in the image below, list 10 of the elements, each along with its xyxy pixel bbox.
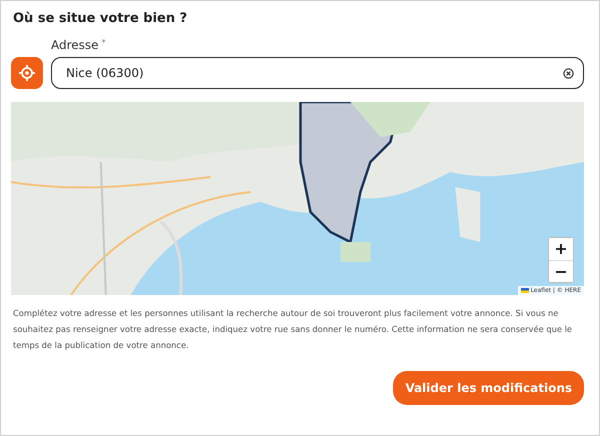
field-label: Adresse xyxy=(51,38,99,52)
locate-button[interactable] xyxy=(11,57,43,89)
help-text: Complétez votre adresse et les personnes utilisant la recherche autour de soi trouveront plus facilement votre annonce. Si vous ne souhaitez pas renseigner votre adresse exacte, indiquez votre rue sans donner le numéro. Cette information ne sera conservée que le temps de la publication de votre annonce. xyxy=(13,307,573,352)
section-title: Où se situe votre bien ? xyxy=(13,11,188,26)
address-field[interactable]: Nice (06300) xyxy=(51,57,584,89)
clear-icon[interactable] xyxy=(563,68,574,78)
zoom-out-button[interactable]: − xyxy=(549,260,573,282)
required-mark: * xyxy=(102,38,106,47)
crosshair-icon xyxy=(19,65,35,81)
flag-icon xyxy=(520,288,529,293)
